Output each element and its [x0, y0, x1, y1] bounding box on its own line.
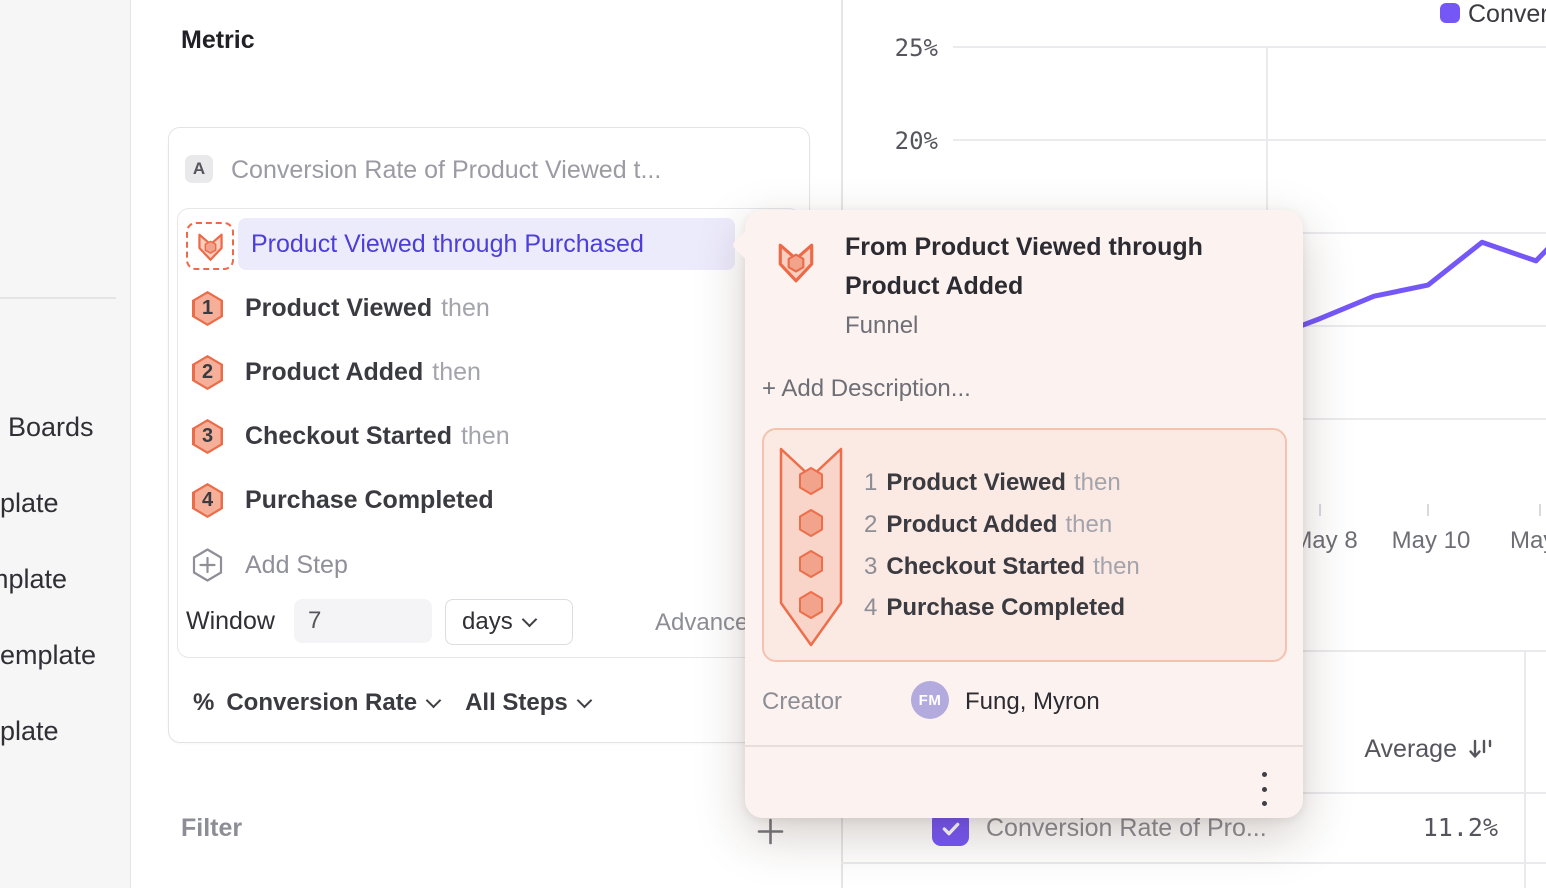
sidebar-item-template-3[interactable]: emplate	[0, 640, 96, 671]
step-1-name[interactable]: Product Viewed	[245, 294, 432, 323]
sidebar-divider	[0, 297, 116, 299]
sidebar-item-template-4[interactable]: plate	[0, 716, 59, 747]
x-axis-label-may12: May	[1510, 527, 1546, 555]
sidebar-item-template-2[interactable]: mplate	[0, 564, 67, 595]
add-step-button[interactable]: Add Step	[191, 547, 491, 583]
window-unit-value: days	[462, 608, 513, 636]
funnel-popover: From Product Viewed through Product Adde…	[745, 210, 1303, 818]
funnel-ribbon-icon	[778, 445, 844, 651]
x-axis-label-may10: May 10	[1391, 527, 1471, 555]
step-1-badge[interactable]: 1	[192, 291, 223, 326]
sidebar-item-template-1[interactable]: plate	[0, 488, 59, 519]
step-3-badge[interactable]: 3	[192, 419, 223, 454]
series-badge[interactable]: A	[185, 155, 213, 183]
step-1-row[interactable]: Product Viewed then	[245, 291, 490, 326]
creator-name: Fung, Myron	[965, 688, 1100, 716]
sidebar: Boards plate mplate emplate plate	[0, 0, 131, 888]
app-root: Boards plate mplate emplate plate Metric…	[0, 0, 1546, 888]
steps-scope-dropdown[interactable]: All Steps	[465, 689, 568, 717]
table-column-divider	[1524, 651, 1526, 888]
step-2-name[interactable]: Product Added	[245, 358, 423, 387]
step-2-badge[interactable]: 2	[192, 355, 223, 390]
more-options-button[interactable]	[1252, 770, 1276, 808]
popover-footer-divider	[745, 745, 1303, 747]
step-3-row[interactable]: Checkout Started then	[245, 419, 510, 454]
funnel-icon	[197, 231, 224, 262]
selected-event-pill[interactable]: Product Viewed through Purchased	[238, 218, 735, 270]
step-4-name[interactable]: Purchase Completed	[245, 486, 494, 515]
popover-type-label: Funnel	[845, 312, 918, 340]
sort-descending-icon	[1467, 736, 1494, 763]
measure-dropdown[interactable]: Conversion Rate	[226, 689, 417, 717]
chevron-down-icon	[576, 692, 592, 708]
measure-prefix: %	[193, 689, 214, 717]
step-3-name[interactable]: Checkout Started	[245, 422, 452, 451]
window-value-input[interactable]	[294, 599, 432, 643]
step-3-then: then	[461, 422, 510, 451]
creator-label: Creator	[762, 688, 842, 716]
window-unit-select[interactable]: days	[445, 599, 573, 645]
popover-title: From Product Viewed through Product Adde…	[845, 228, 1247, 306]
add-step-label: Add Step	[245, 551, 348, 580]
funnel-drag-handle[interactable]	[186, 222, 234, 270]
chevron-down-icon	[521, 611, 537, 627]
popover-step-1: 1Product Viewedthen	[864, 469, 1121, 497]
funnel-summary-card: 1Product Viewedthen 2Product Addedthen 3…	[762, 428, 1287, 662]
creator-avatar: FM	[911, 681, 949, 719]
conversion-line	[1266, 205, 1546, 339]
sidebar-item-boards[interactable]: Boards	[8, 412, 94, 443]
series-title[interactable]: Conversion Rate of Product Viewed t...	[231, 156, 661, 185]
chevron-down-icon	[426, 692, 442, 708]
window-label: Window	[186, 607, 275, 636]
funnel-definition-card: Product Viewed through Purchased 1 Produ…	[177, 208, 801, 658]
checkmark-icon	[939, 817, 963, 841]
selected-event-label: Product Viewed through Purchased	[251, 230, 644, 259]
step-4-row[interactable]: Purchase Completed	[245, 483, 503, 518]
step-2-then: then	[432, 358, 481, 387]
average-header-label: Average	[1364, 735, 1457, 764]
funnel-icon	[777, 240, 815, 284]
popover-step-2: 2Product Addedthen	[864, 511, 1112, 539]
x-axis-ticks	[1320, 504, 1540, 516]
add-step-hexagon-icon	[191, 547, 224, 583]
average-value: 11.2%	[1378, 813, 1498, 842]
filter-heading: Filter	[181, 814, 242, 843]
step-4-badge[interactable]: 4	[192, 483, 223, 518]
popover-step-4: 4Purchase Completed	[864, 594, 1133, 622]
step-2-row[interactable]: Product Added then	[245, 355, 481, 390]
metric-heading: Metric	[181, 26, 255, 55]
add-filter-button[interactable]	[757, 818, 784, 845]
step-1-then: then	[441, 294, 490, 323]
table-row-border	[841, 862, 1546, 864]
average-column-header[interactable]: Average	[1330, 735, 1494, 764]
table-row-label[interactable]: Conversion Rate of Pro...	[986, 814, 1267, 843]
add-description-button[interactable]: + Add Description...	[762, 375, 971, 403]
measure-row: % Conversion Rate All Steps	[193, 688, 590, 718]
popover-step-3: 3Checkout Startedthen	[864, 553, 1140, 581]
metric-card: A Conversion Rate of Product Viewed t...…	[168, 127, 810, 743]
